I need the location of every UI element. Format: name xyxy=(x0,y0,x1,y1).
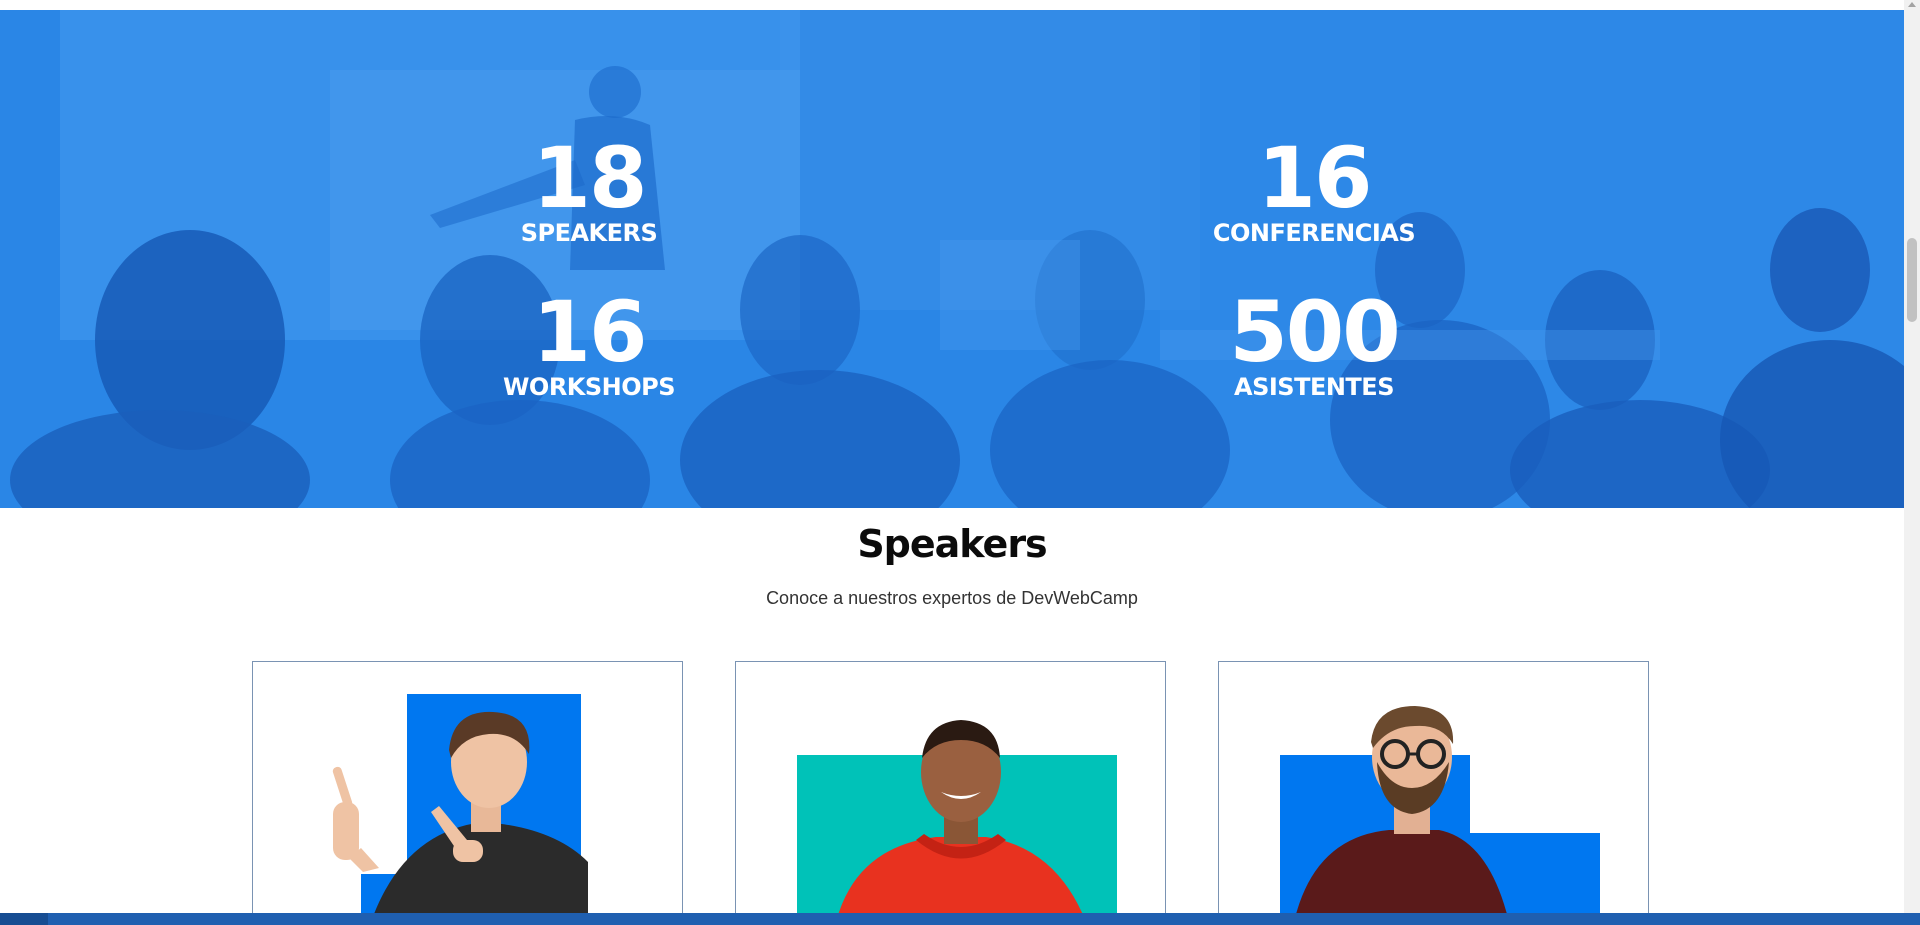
stat-number: 18 xyxy=(532,129,648,227)
page-scrollbar[interactable] xyxy=(1904,0,1920,925)
stat-attendees: 500 ASISTENTES xyxy=(1164,283,1464,401)
stat-label: CONFERENCIAS xyxy=(1212,219,1416,247)
speaker-card[interactable] xyxy=(252,661,683,921)
stat-conferences: 16 CONFERENCIAS xyxy=(1164,129,1464,247)
scrollbar-thumb[interactable] xyxy=(1907,238,1917,322)
os-taskbar xyxy=(0,913,1920,925)
speakers-subtitle: Conoce a nuestros expertos de DevWebCamp xyxy=(766,588,1138,608)
stat-workshops: 16 WORKSHOPS xyxy=(439,283,739,401)
page-top-strip xyxy=(0,0,1904,10)
stat-number: 16 xyxy=(1257,129,1373,227)
stat-speakers: 18 SPEAKERS xyxy=(439,129,739,247)
taskbar-start-area[interactable] xyxy=(0,913,48,925)
speakers-heading: Speakers xyxy=(857,522,1047,566)
stat-number: 16 xyxy=(532,283,648,381)
stat-number: 500 xyxy=(1229,283,1400,381)
stats-hero: 18 SPEAKERS 16 CONFERENCIAS 16 WORKSHOPS… xyxy=(0,10,1904,508)
scroll-up-icon[interactable] xyxy=(1908,2,1916,7)
speaker-photo xyxy=(1280,706,1600,921)
speaker-card[interactable] xyxy=(1218,661,1649,921)
speaker-photo xyxy=(332,694,588,921)
stat-label: WORKSHOPS xyxy=(502,373,676,401)
speaker-card[interactable] xyxy=(735,661,1166,921)
speaker-photo xyxy=(797,720,1117,921)
stat-label: SPEAKERS xyxy=(520,219,658,247)
hero-background-image xyxy=(0,10,1904,508)
stat-label: ASISTENTES xyxy=(1234,373,1394,401)
